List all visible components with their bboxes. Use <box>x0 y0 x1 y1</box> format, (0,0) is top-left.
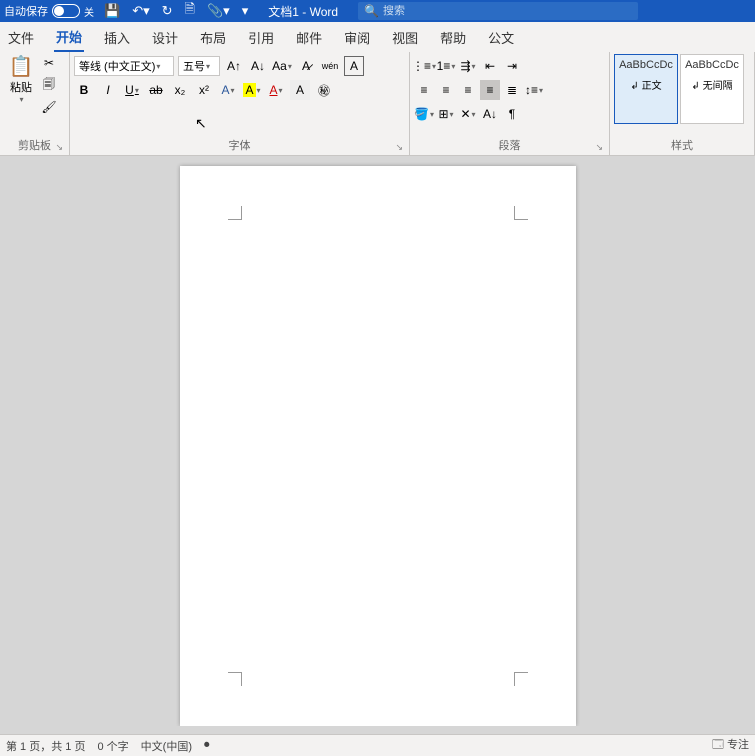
export-icon[interactable]: 🗎 <box>185 0 195 22</box>
margin-corner-tl <box>228 206 242 220</box>
tab-layout[interactable]: 布局 <box>198 24 228 51</box>
undo-icon[interactable]: ↶▾ <box>132 3 149 19</box>
sort-button[interactable]: A↓ <box>480 104 500 124</box>
shading-button[interactable]: 🪣▾ <box>414 104 434 124</box>
search-input[interactable] <box>383 5 632 17</box>
enclose-button[interactable]: ㊙ <box>314 80 334 100</box>
title-bar: 自动保存 关 💾 ↶▾ ↻ 🗎 📎▾ ▾ 文档1 - Word 🔍 <box>0 0 755 22</box>
align-center-button[interactable]: ≡ <box>436 80 456 100</box>
group-clipboard: 📋 粘贴 ▾ ✂ 🗐 🖌 剪贴板 ↘ <box>0 52 70 155</box>
status-macro-icon[interactable]: ⏺ <box>204 739 210 752</box>
group-styles: AaBbCcDc ↲ 正文 AaBbCcDc ↲ 无间隔 样式 <box>610 52 755 155</box>
status-page[interactable]: 第 1 页，共 1 页 <box>6 738 85 754</box>
document-canvas[interactable] <box>0 156 755 726</box>
style-nospacing[interactable]: AaBbCcDc ↲ 无间隔 <box>680 54 744 124</box>
search-box[interactable]: 🔍 <box>358 2 638 20</box>
search-icon: 🔍 <box>364 4 379 18</box>
align-right-button[interactable]: ≡ <box>458 80 478 100</box>
page-1[interactable] <box>180 166 576 726</box>
align-left-button[interactable]: ≡ <box>414 80 434 100</box>
tab-design[interactable]: 设计 <box>150 24 180 51</box>
font-launcher[interactable]: ↘ <box>395 142 403 153</box>
char-scale-button[interactable]: ✕▾ <box>458 104 478 124</box>
save-icon[interactable]: 💾 <box>104 3 120 19</box>
attach-icon[interactable]: 📎▾ <box>207 3 230 19</box>
font-size-combo[interactable]: 五号▾ <box>178 56 220 76</box>
clear-format-button[interactable]: A̷ <box>296 56 316 76</box>
autosave-label: 自动保存 <box>4 3 48 19</box>
change-case-button[interactable]: Aa▾ <box>272 56 292 76</box>
margin-corner-tr <box>514 206 528 220</box>
char-border-button[interactable]: A <box>344 56 364 76</box>
margin-corner-bl <box>228 672 242 686</box>
italic-button[interactable]: I <box>98 80 118 100</box>
clipboard-launcher[interactable]: ↘ <box>55 142 63 153</box>
status-bar: 第 1 页，共 1 页 0 个字 中文(中国) ⏺ 🗔 专注 <box>0 734 755 756</box>
highlight-button[interactable]: A▾ <box>242 80 262 100</box>
paste-icon: 📋 <box>4 54 38 79</box>
status-lang[interactable]: 中文(中国) <box>141 738 192 754</box>
font-name-combo[interactable]: 等线 (中文正文)▾ <box>74 56 174 76</box>
tab-review[interactable]: 审阅 <box>342 24 372 51</box>
phonetic-button[interactable]: wén <box>320 56 340 76</box>
font-label: 字体 ↘ <box>74 135 405 155</box>
tab-file[interactable]: 文件 <box>6 24 36 51</box>
group-font: 等线 (中文正文)▾ 五号▾ A↑ A↓ Aa▾ A̷ wén A B I U▾… <box>70 52 410 155</box>
font-color-button[interactable]: A▾ <box>266 80 286 100</box>
tab-insert[interactable]: 插入 <box>102 24 132 51</box>
copy-button[interactable]: 🗐 <box>40 76 58 94</box>
clipboard-label: 剪贴板 ↘ <box>4 135 65 155</box>
bold-button[interactable]: B <box>74 80 94 100</box>
tab-home[interactable]: 开始 <box>54 23 84 52</box>
redo-icon[interactable]: ↻ <box>162 3 173 19</box>
decrease-indent-button[interactable]: ⇤ <box>480 56 500 76</box>
superscript-button[interactable]: x² <box>194 80 214 100</box>
multilevel-button[interactable]: ⇶▾ <box>458 56 478 76</box>
styles-label: 样式 <box>614 135 750 155</box>
strike-button[interactable]: ab <box>146 80 166 100</box>
distribute-button[interactable]: ≣ <box>502 80 522 100</box>
format-painter-button[interactable]: 🖌 <box>40 98 58 116</box>
tab-office[interactable]: 公文 <box>486 24 516 51</box>
mouse-cursor-icon: ↖ <box>195 115 207 132</box>
paragraph-launcher[interactable]: ↘ <box>595 142 603 153</box>
ribbon: 📋 粘贴 ▾ ✂ 🗐 🖌 剪贴板 ↘ 等线 (中文正文)▾ 五号▾ A↑ A↓ … <box>0 52 755 156</box>
paragraph-label: 段落 ↘ <box>414 135 605 155</box>
bullets-button[interactable]: ⋮≡▾ <box>414 56 434 76</box>
document-title: 文档1 - Word <box>268 3 338 20</box>
status-focus[interactable]: 🗔 专注 <box>712 736 749 755</box>
style-normal[interactable]: AaBbCcDc ↲ 正文 <box>614 54 678 124</box>
tab-references[interactable]: 引用 <box>246 24 276 51</box>
borders-button[interactable]: ⊞▾ <box>436 104 456 124</box>
char-shading-button[interactable]: A <box>290 80 310 100</box>
grow-font-button[interactable]: A↑ <box>224 56 244 76</box>
group-paragraph: ⋮≡▾ 1≡▾ ⇶▾ ⇤ ⇥ ≡ ≡ ≡ ≡ ≣ ↕≡▾ 🪣▾ ⊞▾ ✕▾ A↓… <box>410 52 610 155</box>
underline-button[interactable]: U▾ <box>122 80 142 100</box>
show-marks-button[interactable]: ¶ <box>502 104 522 124</box>
autosave-off: 关 <box>84 4 94 19</box>
autosave-toggle[interactable] <box>52 4 80 18</box>
tab-mailings[interactable]: 邮件 <box>294 24 324 51</box>
status-words[interactable]: 0 个字 <box>97 738 128 754</box>
quick-access-toolbar: 💾 ↶▾ ↻ 🗎 📎▾ ▾ <box>104 0 248 22</box>
autosave-group: 自动保存 关 <box>4 3 94 19</box>
shrink-font-button[interactable]: A↓ <box>248 56 268 76</box>
qat-customize-icon[interactable]: ▾ <box>242 3 249 19</box>
subscript-button[interactable]: x₂ <box>170 80 190 100</box>
tab-view[interactable]: 视图 <box>390 24 420 51</box>
line-spacing-button[interactable]: ↕≡▾ <box>524 80 544 100</box>
cut-button[interactable]: ✂ <box>40 54 58 72</box>
text-effects-button[interactable]: A▾ <box>218 80 238 100</box>
ribbon-tabs: 文件 开始 插入 设计 布局 引用 邮件 审阅 视图 帮助 公文 <box>0 22 755 52</box>
justify-button[interactable]: ≡ <box>480 80 500 100</box>
increase-indent-button[interactable]: ⇥ <box>502 56 522 76</box>
paste-button[interactable]: 📋 粘贴 ▾ <box>4 54 38 116</box>
margin-corner-br <box>514 672 528 686</box>
numbering-button[interactable]: 1≡▾ <box>436 56 456 76</box>
tab-help[interactable]: 帮助 <box>438 24 468 51</box>
